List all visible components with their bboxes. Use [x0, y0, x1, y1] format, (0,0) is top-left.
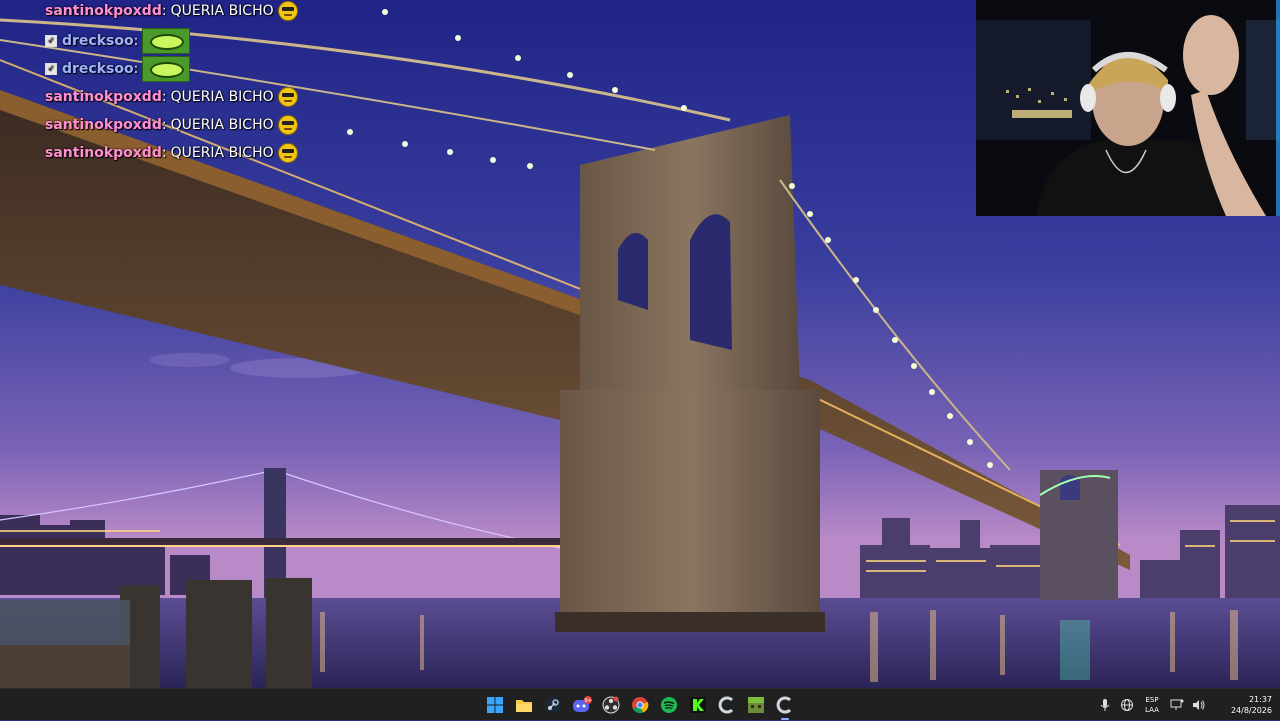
chat-message: santinokpoxdd: QUERIA BICHO — [0, 0, 298, 24]
chat-message: santinokpoxdd: QUERIA BICHO — [0, 84, 298, 110]
chat-separator: : — [161, 89, 167, 105]
monitor-icon — [1170, 699, 1184, 710]
taskbar-clock[interactable]: 21:37 24/8/2026 — [1210, 694, 1280, 716]
chat-separator: : — [133, 61, 139, 77]
taskbar-pinned-apps: 9+ — [480, 689, 799, 721]
chat-text: QUERIA BICHO — [170, 117, 274, 133]
obs-button[interactable] — [596, 689, 625, 721]
file-explorer-button[interactable] — [509, 689, 538, 721]
pepe-face-emote — [277, 87, 298, 107]
taskbar: 9+ ESP LAA 21:37 24/8/2026 — [0, 688, 1280, 720]
pepe-face-emote — [277, 143, 298, 163]
microphone-icon — [1100, 699, 1110, 711]
network-status-button[interactable] — [1116, 689, 1138, 721]
minecraft-icon — [747, 697, 764, 713]
microphone-button[interactable] — [1094, 689, 1116, 721]
file-explorer-icon — [515, 700, 532, 712]
speaker-icon — [1193, 700, 1205, 710]
chat-username: santinokpoxdd — [45, 117, 162, 133]
steam-button[interactable] — [538, 689, 567, 721]
steam-icon — [544, 697, 561, 713]
chrome-button[interactable] — [625, 689, 654, 721]
chat-username: santinokpoxdd — [45, 145, 162, 161]
volume-button[interactable] — [1188, 689, 1210, 721]
chat-username: drecksoo — [62, 33, 134, 49]
webcam-overlay — [976, 0, 1280, 216]
chrome-icon — [631, 697, 648, 714]
obs-icon — [602, 696, 619, 714]
app-c-icon — [718, 696, 733, 714]
chat-text: QUERIA BICHO — [170, 145, 274, 161]
kick-icon — [689, 697, 706, 713]
clock-date: 24/8/2026 — [1230, 706, 1272, 715]
webcam-feed — [976, 0, 1280, 216]
chat-separator: : — [161, 145, 167, 161]
windows-start-button[interactable] — [480, 689, 509, 721]
app-c-active-icon — [776, 696, 791, 714]
chat-username: santinokpoxdd — [45, 3, 162, 19]
chat-separator: : — [133, 33, 139, 49]
keyboard-layout-code: LAA — [1145, 706, 1159, 714]
discord-icon: 9+ — [572, 696, 592, 712]
language-code: ESP — [1145, 696, 1159, 704]
chat-message: ✓ drecksoo: — [0, 56, 191, 82]
kick-button[interactable] — [683, 689, 712, 721]
chat-username: drecksoo — [62, 61, 134, 77]
system-tray: ESP LAA 21:37 24/8/2026 — [1094, 689, 1280, 721]
input-language-indicator[interactable]: ESP LAA — [1138, 695, 1166, 715]
checkbox-badge-icon: ✓ — [45, 35, 57, 47]
chat-username: santinokpoxdd — [45, 89, 162, 105]
windows-start-icon — [486, 697, 503, 713]
discord-button[interactable]: 9+ — [567, 689, 596, 721]
app-c-active-button[interactable] — [770, 689, 799, 721]
minecraft-button[interactable] — [741, 689, 770, 721]
checkbox-badge-icon: ✓ — [45, 63, 57, 75]
display-status-button[interactable] — [1166, 689, 1188, 721]
chat-separator: : — [161, 117, 167, 133]
green-mouth-emote — [142, 56, 191, 82]
chat-message: santinokpoxdd: QUERIA BICHO — [0, 140, 298, 166]
chat-message: ✓ drecksoo: — [0, 28, 191, 54]
discord-badge: 9+ — [584, 698, 591, 704]
spotify-icon — [660, 697, 677, 713]
chat-text: QUERIA BICHO — [170, 89, 274, 105]
pepe-face-emote — [277, 115, 298, 135]
chat-message: santinokpoxdd: QUERIA BICHO — [0, 112, 298, 138]
network-globe-icon — [1121, 699, 1133, 711]
clock-time: 21:37 — [1248, 695, 1272, 704]
app-c-button[interactable] — [712, 689, 741, 721]
chat-separator: : — [161, 3, 167, 19]
spotify-button[interactable] — [654, 689, 683, 721]
pepe-face-emote — [277, 1, 298, 21]
chat-text: QUERIA BICHO — [170, 3, 274, 19]
green-mouth-emote — [142, 28, 191, 54]
